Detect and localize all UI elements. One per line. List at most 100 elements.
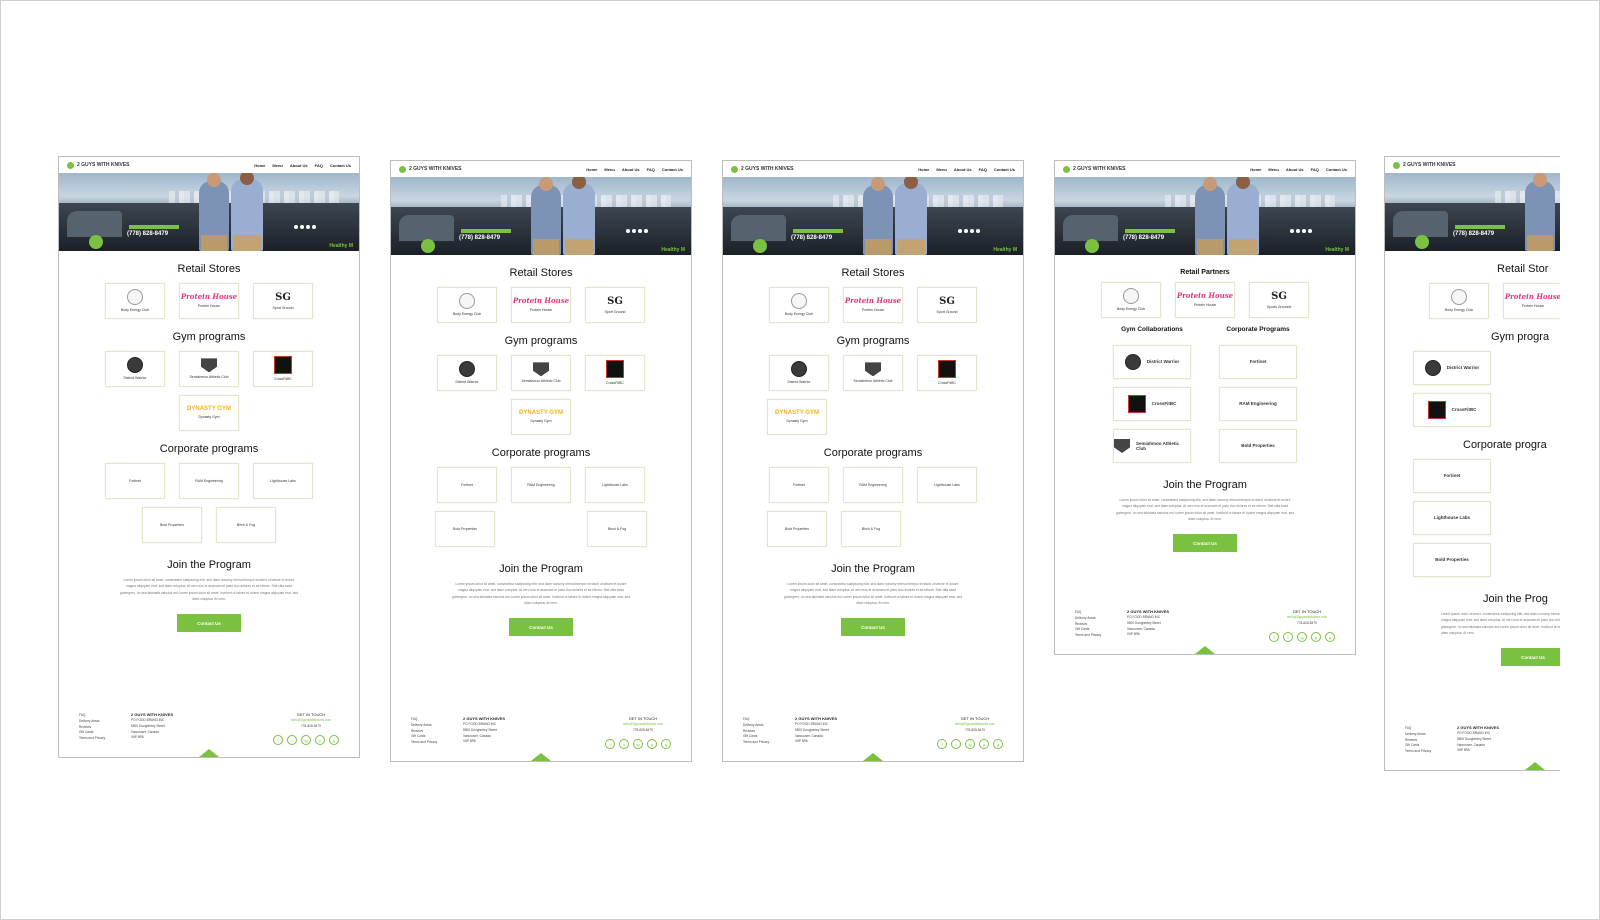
twitter-icon[interactable]: t (287, 735, 297, 745)
corporate-card[interactable]: Fortinet (1219, 345, 1297, 379)
scroll-top-icon[interactable] (1195, 646, 1215, 654)
scroll-top-icon[interactable] (199, 749, 219, 757)
nav-home[interactable]: Home (586, 167, 597, 172)
instagram-icon[interactable]: ig (1297, 632, 1307, 642)
corporate-card[interactable]: Fortinet (437, 467, 497, 503)
gym-card[interactable]: Semiahmoo Athletic Club (511, 355, 571, 391)
nav-menu[interactable]: Menu (604, 167, 614, 172)
site-logo[interactable]: 2 GUYS WITH KNIVES (731, 165, 794, 173)
nav-menu[interactable]: Menu (272, 163, 282, 168)
nav-contact[interactable]: Contact Us (330, 163, 351, 168)
footer-link[interactable]: Terms and Privacy (743, 740, 769, 746)
gym-card[interactable]: DYNASTY GYM Dynasty Gym (767, 399, 827, 435)
corporate-card[interactable]: Birch & Fog (216, 507, 276, 543)
site-logo[interactable]: 2 GUYS WITH KNIVES (1063, 165, 1126, 173)
site-logo[interactable]: 2 GUYS WITH KNIVES (1393, 161, 1456, 169)
facebook-icon[interactable]: f (605, 739, 615, 749)
gym-card[interactable]: District Warrior (1113, 345, 1191, 379)
retail-card[interactable]: Body Energy Club (437, 287, 497, 323)
nav-about[interactable]: About Us (954, 167, 972, 172)
retail-card[interactable]: SG Sports Grounds (1249, 282, 1309, 318)
corporate-card[interactable]: Fortinet (105, 463, 165, 499)
scroll-top-icon[interactable] (1525, 762, 1545, 770)
corporate-card[interactable]: Bold Properties (1413, 543, 1491, 577)
contact-us-button[interactable]: Contact Us (1173, 534, 1237, 552)
facebook-icon[interactable]: f (1269, 632, 1279, 642)
footer-link[interactable]: Terms and Privacy (411, 740, 437, 746)
gym-card[interactable]: CrossFitBC (917, 355, 977, 391)
nav-about[interactable]: About Us (290, 163, 308, 168)
corporate-card[interactable]: Birch & Fog (587, 511, 647, 547)
gym-card[interactable]: Semiahmoo Athletic Club (843, 355, 903, 391)
nav-faq[interactable]: FAQ (1311, 167, 1319, 172)
corporate-card[interactable]: Lighthouse Labs (917, 467, 977, 503)
corporate-card[interactable]: Fortinet (769, 467, 829, 503)
gym-card[interactable]: District Warrior (437, 355, 497, 391)
corporate-card[interactable]: Fortinet (1413, 459, 1491, 493)
gym-card[interactable]: CrossFitBC (585, 355, 645, 391)
contact-us-button[interactable]: Contact Us (509, 618, 573, 636)
footer-phone[interactable]: 778-828-8479 (1287, 621, 1327, 627)
gym-card[interactable]: Semiahmoo Athletic Club (179, 351, 239, 387)
corporate-card[interactable]: Lighthouse Labs (253, 463, 313, 499)
footer-link[interactable]: Terms and Privacy (1075, 633, 1101, 639)
retail-card[interactable]: SG Sport Ground (585, 287, 645, 323)
corporate-card[interactable]: Bold Properties (142, 507, 202, 543)
corporate-card[interactable]: RAM Engineering (511, 467, 571, 503)
retail-card[interactable]: Body Energy Club (1429, 283, 1489, 319)
retail-card[interactable]: SG Sport Ground (253, 283, 313, 319)
site-logo[interactable]: 2 GUYS WITH KNIVES (67, 161, 130, 169)
instagram-icon[interactable]: ig (633, 739, 643, 749)
retail-card[interactable]: SG Sport Ground (917, 287, 977, 323)
nav-home[interactable]: Home (918, 167, 929, 172)
page-mockup-5[interactable]: 2 GUYS WITH KNIVES (778) 828-8479 Retail… (1384, 156, 1560, 771)
corporate-card[interactable]: Bold Properties (767, 511, 827, 547)
retail-card[interactable]: Protein House Protein House (843, 287, 903, 323)
pinterest-icon[interactable]: p (1311, 632, 1321, 642)
scroll-top-icon[interactable] (863, 753, 883, 761)
corporate-card[interactable]: RAM Engineering (843, 467, 903, 503)
corporate-card[interactable]: RAM Engineering (179, 463, 239, 499)
corporate-card[interactable]: Birch & Fog (841, 511, 901, 547)
nav-menu[interactable]: Menu (1268, 167, 1278, 172)
facebook-icon[interactable]: f (273, 735, 283, 745)
retail-card[interactable]: Body Energy Club (105, 283, 165, 319)
retail-card[interactable]: Body Energy Club (769, 287, 829, 323)
gym-card[interactable]: District Warrior (1413, 351, 1491, 385)
gym-card[interactable]: DYNASTY GYM Dynasty Gym (511, 399, 571, 435)
nav-home[interactable]: Home (1250, 167, 1261, 172)
nav-home[interactable]: Home (254, 163, 265, 168)
gym-card[interactable]: CrossFitBC (1113, 387, 1191, 421)
scroll-down-icon[interactable] (89, 235, 103, 249)
gym-card[interactable]: DYNASTY GYM Dynasty Gym (179, 395, 239, 431)
instagram-icon[interactable]: ig (301, 735, 311, 745)
scroll-down-icon[interactable] (753, 239, 767, 253)
nav-contact[interactable]: Contact Us (1326, 167, 1347, 172)
google-icon[interactable]: g (661, 739, 671, 749)
nav-contact[interactable]: Contact Us (994, 167, 1015, 172)
corporate-card[interactable]: RAM Engineering (1219, 387, 1297, 421)
corporate-card[interactable]: Bold Properties (1219, 429, 1297, 463)
scroll-down-icon[interactable] (1415, 235, 1429, 249)
nav-menu[interactable]: Menu (936, 167, 946, 172)
twitter-icon[interactable]: t (1283, 632, 1293, 642)
footer-phone[interactable]: 778-828-8479 (955, 728, 995, 734)
facebook-icon[interactable]: f (937, 739, 947, 749)
page-mockup-3[interactable]: 2 GUYS WITH KNIVES Home Menu About Us FA… (722, 160, 1024, 762)
footer-link[interactable]: Terms and Privacy (79, 736, 105, 742)
page-mockup-1[interactable]: 2 GUYS WITH KNIVES Home Menu About Us FA… (58, 156, 360, 758)
scroll-top-icon[interactable] (531, 753, 551, 761)
retail-card[interactable]: Protein House Protein House (1175, 282, 1235, 318)
scroll-down-icon[interactable] (421, 239, 435, 253)
scroll-down-icon[interactable] (1085, 239, 1099, 253)
nav-faq[interactable]: FAQ (315, 163, 323, 168)
retail-card[interactable]: Protein House Protein House (1503, 283, 1560, 319)
google-icon[interactable]: g (329, 735, 339, 745)
retail-card[interactable]: Protein House Protein House (179, 283, 239, 319)
site-logo[interactable]: 2 GUYS WITH KNIVES (399, 165, 462, 173)
nav-faq[interactable]: FAQ (979, 167, 987, 172)
retail-card[interactable]: Body Energy Club (1101, 282, 1161, 318)
contact-us-button[interactable]: Contact Us (177, 614, 241, 632)
gym-card[interactable]: CrossFitBC (1413, 393, 1491, 427)
twitter-icon[interactable]: t (951, 739, 961, 749)
